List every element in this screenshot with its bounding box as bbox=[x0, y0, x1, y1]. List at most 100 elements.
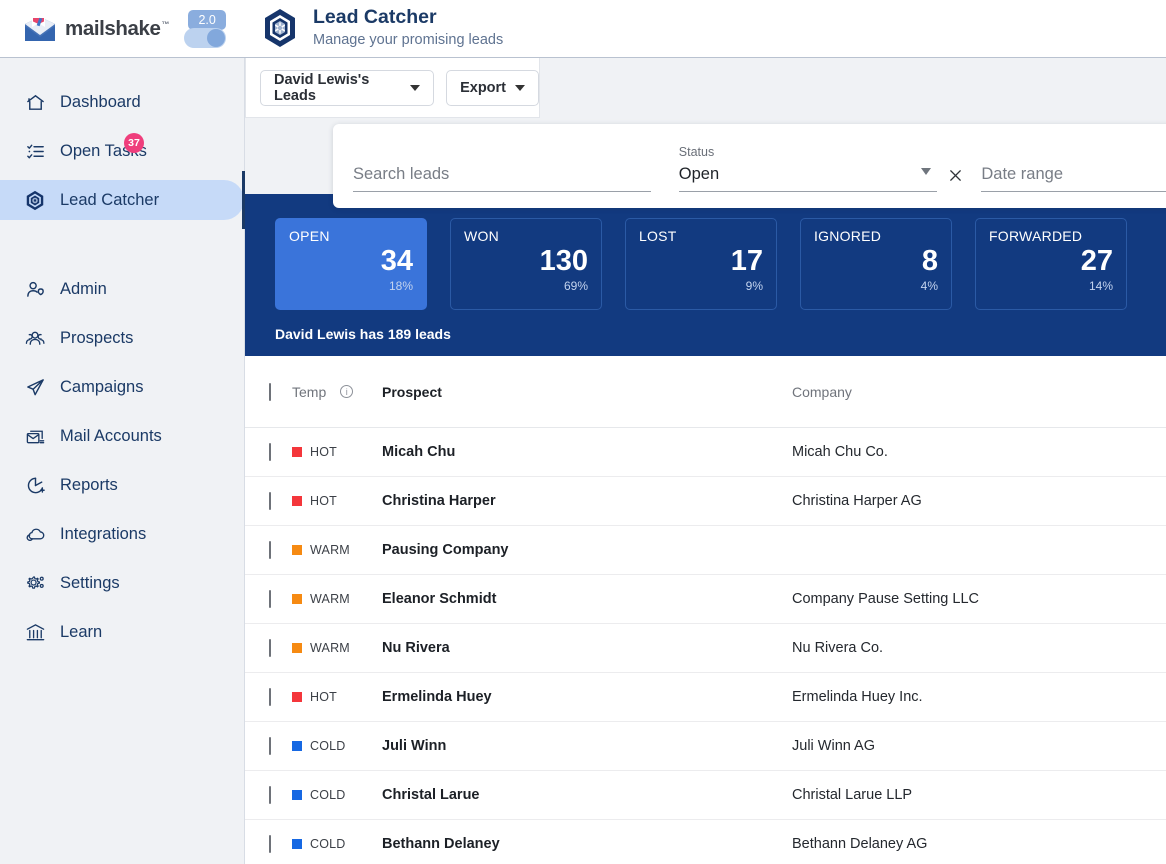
sidebar-divider-gap bbox=[0, 229, 244, 269]
stat-label: IGNORED bbox=[814, 228, 938, 244]
sidebar-nav: Dashboard Open Tasks 37 bbox=[0, 58, 245, 864]
row-checkbox[interactable] bbox=[269, 443, 271, 461]
sidebar-item-open-tasks[interactable]: Open Tasks 37 bbox=[0, 131, 244, 171]
row-select-cell[interactable] bbox=[245, 542, 292, 558]
row-prospect-name[interactable]: Bethann Delaney bbox=[382, 836, 792, 852]
row-prospect-name[interactable]: Ermelinda Huey bbox=[382, 689, 792, 705]
table-row[interactable]: COLDBethann DelaneyBethann Delaney AG bbox=[245, 820, 1166, 864]
stat-label: OPEN bbox=[289, 228, 413, 244]
date-range-field[interactable]: Date range bbox=[981, 165, 1166, 192]
stat-card-open[interactable]: OPEN 34 18% bbox=[275, 218, 427, 310]
row-select-cell[interactable] bbox=[245, 591, 292, 607]
sidebar-item-settings[interactable]: Settings bbox=[0, 563, 244, 603]
stat-card-ignored[interactable]: IGNORED 8 4% bbox=[800, 218, 952, 310]
sidebar-item-label: Campaigns bbox=[60, 378, 143, 397]
sidebar-item-mail-accounts[interactable]: Mail Accounts bbox=[0, 416, 244, 456]
chevron-down-icon[interactable] bbox=[921, 168, 931, 175]
table-row[interactable]: COLDJuli WinnJuli Winn AG bbox=[245, 722, 1166, 771]
row-select-cell[interactable] bbox=[245, 689, 292, 705]
row-checkbox[interactable] bbox=[269, 541, 271, 559]
row-checkbox[interactable] bbox=[269, 590, 271, 608]
open-tasks-badge: 37 bbox=[124, 133, 144, 153]
table-row[interactable]: WARMPausing Company bbox=[245, 526, 1166, 575]
stat-label: WON bbox=[464, 228, 588, 244]
column-temp-label: Temp bbox=[292, 384, 326, 400]
select-all-cell[interactable] bbox=[245, 384, 292, 400]
table-row[interactable]: HOTChristina HarperChristina Harper AG bbox=[245, 477, 1166, 526]
chevron-down-icon bbox=[515, 85, 525, 91]
row-prospect-name[interactable]: Juli Winn bbox=[382, 738, 792, 754]
row-prospect-name[interactable]: Christina Harper bbox=[382, 493, 792, 509]
sidebar-item-admin[interactable]: Admin bbox=[0, 269, 244, 309]
row-company-name: Nu Rivera Co. bbox=[792, 640, 1166, 656]
table-row[interactable]: WARMEleanor SchmidtCompany Pause Setting… bbox=[245, 575, 1166, 624]
sidebar-item-dashboard[interactable]: Dashboard bbox=[0, 82, 244, 122]
sidebar-item-learn[interactable]: Learn bbox=[0, 612, 244, 652]
info-icon[interactable]: i bbox=[340, 385, 353, 398]
version-toggle-track[interactable] bbox=[184, 28, 226, 48]
stat-percent: 14% bbox=[989, 279, 1113, 293]
row-checkbox[interactable] bbox=[269, 639, 271, 657]
column-header-temp[interactable]: Temp i bbox=[292, 384, 382, 400]
row-select-cell[interactable] bbox=[245, 444, 292, 460]
stat-percent: 69% bbox=[464, 279, 588, 293]
leads-owner-dropdown[interactable]: David Lewis's Leads bbox=[260, 70, 434, 106]
sidebar-item-reports[interactable]: Reports bbox=[0, 465, 244, 505]
table-row[interactable]: WARMNu RiveraNu Rivera Co. bbox=[245, 624, 1166, 673]
row-checkbox[interactable] bbox=[269, 835, 271, 853]
sidebar-item-lead-catcher[interactable]: Lead Catcher bbox=[0, 180, 244, 220]
clear-status-button[interactable] bbox=[941, 160, 969, 190]
row-checkbox[interactable] bbox=[269, 737, 271, 755]
row-temp-cell: COLD bbox=[292, 739, 382, 753]
version-toggle[interactable]: 2.0 bbox=[184, 10, 226, 48]
status-value[interactable]: Open bbox=[679, 165, 937, 191]
row-prospect-name[interactable]: Nu Rivera bbox=[382, 640, 792, 656]
table-row[interactable]: HOTMicah ChuMicah Chu Co. bbox=[245, 428, 1166, 477]
sidebar-item-prospects[interactable]: Prospects bbox=[0, 318, 244, 358]
top-bar: mailshake™ 2.0 bbox=[0, 0, 1166, 58]
sidebar-item-integrations[interactable]: Integrations bbox=[0, 514, 244, 554]
stat-card-lost[interactable]: LOST 17 9% bbox=[625, 218, 777, 310]
column-header-prospect[interactable]: Prospect bbox=[382, 384, 792, 400]
row-select-cell[interactable] bbox=[245, 493, 292, 509]
bank-icon bbox=[24, 621, 46, 643]
leads-toolbar: David Lewis's Leads Export bbox=[245, 58, 540, 118]
row-select-cell[interactable] bbox=[245, 738, 292, 754]
date-range-input[interactable]: Date range bbox=[981, 165, 1166, 191]
stat-value: 8 bbox=[814, 246, 938, 276]
row-checkbox[interactable] bbox=[269, 688, 271, 706]
status-filter-field[interactable]: Status Open bbox=[679, 145, 937, 192]
row-prospect-name[interactable]: Micah Chu bbox=[382, 444, 792, 460]
stat-card-won[interactable]: WON 130 69% bbox=[450, 218, 602, 310]
row-prospect-name[interactable]: Christal Larue bbox=[382, 787, 792, 803]
row-select-cell[interactable] bbox=[245, 836, 292, 852]
gear-icon bbox=[24, 572, 46, 594]
row-select-cell[interactable] bbox=[245, 787, 292, 803]
row-prospect-name[interactable]: Eleanor Schmidt bbox=[382, 591, 792, 607]
row-checkbox[interactable] bbox=[269, 786, 271, 804]
brand-wordmark: mailshake™ bbox=[65, 17, 169, 41]
table-row[interactable]: HOTErmelinda HueyErmelinda Huey Inc. bbox=[245, 673, 1166, 722]
sidebar-item-label: Integrations bbox=[60, 525, 146, 544]
select-all-checkbox[interactable] bbox=[269, 383, 271, 401]
search-input[interactable]: Search leads bbox=[353, 165, 651, 191]
row-checkbox[interactable] bbox=[269, 492, 271, 510]
row-temp-label: WARM bbox=[310, 592, 350, 606]
row-temp-cell: WARM bbox=[292, 592, 382, 606]
row-prospect-name[interactable]: Pausing Company bbox=[382, 542, 792, 558]
row-temp-cell: HOT bbox=[292, 445, 382, 459]
temp-swatch-icon bbox=[292, 545, 302, 555]
sidebar-item-campaigns[interactable]: Campaigns bbox=[0, 367, 244, 407]
row-select-cell[interactable] bbox=[245, 640, 292, 656]
column-company-label: Company bbox=[792, 384, 852, 400]
brand-logo-area[interactable]: mailshake™ 2.0 bbox=[0, 10, 245, 48]
version-badge-label: 2.0 bbox=[188, 10, 226, 30]
stat-card-forwarded[interactable]: FORWARDED 27 14% bbox=[975, 218, 1127, 310]
export-dropdown[interactable]: Export bbox=[446, 70, 539, 106]
sidebar-item-label: Lead Catcher bbox=[60, 191, 159, 210]
leads-table: Temp i Prospect Company HOTMicah ChuMica… bbox=[245, 356, 1166, 864]
search-leads-field[interactable]: Search leads bbox=[353, 165, 651, 192]
temp-swatch-icon bbox=[292, 594, 302, 604]
column-header-company[interactable]: Company bbox=[792, 384, 1166, 400]
table-row[interactable]: COLDChristal LarueChristal Larue LLP bbox=[245, 771, 1166, 820]
